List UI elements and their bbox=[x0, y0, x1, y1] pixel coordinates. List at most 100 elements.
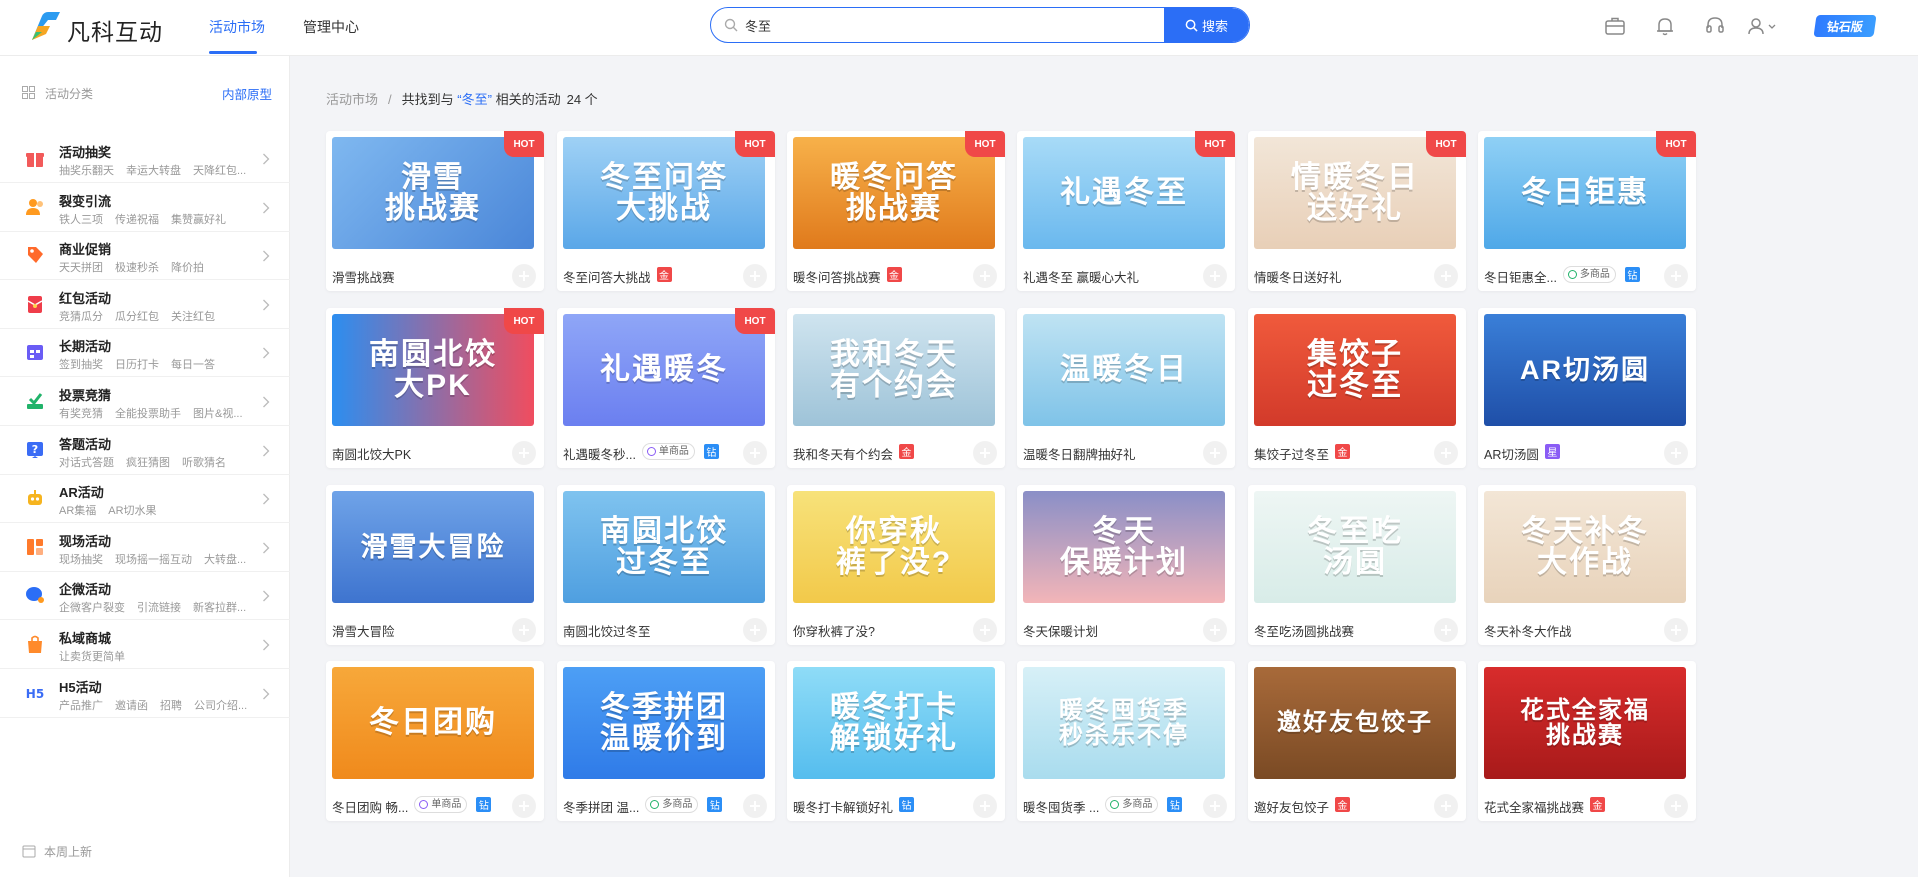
sidebar-item-8[interactable]: AR活动 AR集福 AR切水果 bbox=[0, 475, 290, 524]
activity-card[interactable]: 冬天 保暖计划 冬天保暖计划 bbox=[1017, 485, 1235, 645]
activity-card[interactable]: 礼遇冬至 HOT 礼遇冬至 赢暖心大礼 bbox=[1017, 131, 1235, 291]
add-activity-button[interactable] bbox=[512, 441, 536, 465]
add-activity-button[interactable] bbox=[743, 618, 767, 642]
add-activity-button[interactable] bbox=[973, 794, 997, 818]
add-activity-button[interactable] bbox=[973, 264, 997, 288]
add-activity-button[interactable] bbox=[1434, 618, 1458, 642]
activity-card[interactable]: 集饺子 过冬至 集饺子过冬至金 bbox=[1248, 308, 1466, 468]
activity-card[interactable]: 南圆北饺 过冬至 南圆北饺过冬至 bbox=[557, 485, 775, 645]
sidebar-item-11[interactable]: 私域商城 让卖货更简单 bbox=[0, 621, 290, 669]
activity-thumbnail[interactable]: 集饺子 过冬至 bbox=[1254, 314, 1456, 426]
add-activity-button[interactable] bbox=[1664, 794, 1688, 818]
activity-card[interactable]: AR切汤圆 AR切汤圆星 bbox=[1478, 308, 1696, 468]
add-activity-button[interactable] bbox=[1203, 794, 1227, 818]
activity-thumbnail[interactable]: 南圆北饺 大PK bbox=[332, 314, 534, 426]
activity-thumbnail[interactable]: 邀好友包饺子 bbox=[1254, 667, 1456, 779]
activity-thumbnail[interactable]: 冬天 保暖计划 bbox=[1023, 491, 1225, 603]
add-activity-button[interactable] bbox=[1434, 264, 1458, 288]
activity-card[interactable]: 冬至吃 汤圆 冬至吃汤圆挑战赛 bbox=[1248, 485, 1466, 645]
user-icon[interactable] bbox=[1746, 15, 1780, 37]
add-activity-button[interactable] bbox=[1203, 618, 1227, 642]
add-activity-button[interactable] bbox=[743, 794, 767, 818]
activity-thumbnail[interactable]: AR切汤圆 bbox=[1484, 314, 1686, 426]
activity-card[interactable]: 邀好友包饺子 邀好友包饺子金 bbox=[1248, 661, 1466, 821]
activity-card[interactable]: 冬季拼团 温暖价到 冬季拼团 温... 多商品 钻 bbox=[557, 661, 775, 821]
activity-card[interactable]: 滑雪大冒险 滑雪大冒险 bbox=[326, 485, 544, 645]
activity-card[interactable]: 情暖冬日 送好礼 HOT 情暖冬日送好礼 bbox=[1248, 131, 1466, 291]
activity-card[interactable]: 冬日团购 冬日团购 畅... 单商品 钻 bbox=[326, 661, 544, 821]
breadcrumb-root[interactable]: 活动市场 bbox=[326, 92, 378, 107]
add-activity-button[interactable] bbox=[512, 794, 536, 818]
activity-thumbnail[interactable]: 滑雪大冒险 bbox=[332, 491, 534, 603]
page-scrollbar[interactable] bbox=[1910, 56, 1918, 877]
question-icon: ? bbox=[27, 441, 43, 458]
add-activity-button[interactable] bbox=[1434, 441, 1458, 465]
activity-card[interactable]: 花式全家福 挑战赛 花式全家福挑战赛金 bbox=[1478, 661, 1696, 821]
sidebar-item-4[interactable]: 红包活动 竞猜瓜分 瓜分红包 关注红包 bbox=[0, 281, 290, 329]
internal-prototype-link[interactable]: 内部原型 bbox=[222, 84, 272, 103]
add-activity-button[interactable] bbox=[1203, 264, 1227, 288]
activity-thumbnail[interactable]: 冬季拼团 温暖价到 bbox=[563, 667, 765, 779]
activity-card[interactable]: 礼遇暖冬 HOT 礼遇暖冬秒... 单商品 钻 bbox=[557, 308, 775, 468]
activity-card[interactable]: 暖冬囤货季 秒杀乐不停 暖冬囤货季 ... 多商品 钻 bbox=[1017, 661, 1235, 821]
activity-card[interactable]: 暖冬打卡 解锁好礼 暖冬打卡解锁好礼钻 bbox=[787, 661, 1005, 821]
activity-thumbnail[interactable]: 花式全家福 挑战赛 bbox=[1484, 667, 1686, 779]
activity-card[interactable]: 冬至问答 大挑战 HOT 冬至问答大挑战金 bbox=[557, 131, 775, 291]
activity-thumbnail[interactable]: 我和冬天 有个约会 bbox=[793, 314, 995, 426]
add-activity-button[interactable] bbox=[973, 618, 997, 642]
activity-thumbnail[interactable]: 礼遇暖冬 bbox=[563, 314, 765, 426]
activity-card[interactable]: 南圆北饺 大PK HOT 南圆北饺大PK bbox=[326, 308, 544, 468]
activity-thumbnail[interactable]: 冬天补冬 大作战 bbox=[1484, 491, 1686, 603]
logo-icon[interactable] bbox=[28, 10, 62, 42]
activity-card[interactable]: 我和冬天 有个约会 我和冬天有个约会金 bbox=[787, 308, 1005, 468]
add-activity-button[interactable] bbox=[1664, 264, 1688, 288]
add-activity-button[interactable] bbox=[973, 441, 997, 465]
sidebar-item-9[interactable]: 现场活动 现场抽奖 现场摇一摇互动 大转盘... bbox=[0, 524, 290, 572]
bag-outline-icon bbox=[419, 800, 429, 809]
activity-card[interactable]: 你穿秋 裤了没? 你穿秋裤了没? bbox=[787, 485, 1005, 645]
search-button[interactable]: 搜索 bbox=[1164, 8, 1249, 42]
activity-thumbnail[interactable]: 暖冬问答 挑战赛 bbox=[793, 137, 995, 249]
activity-thumbnail[interactable]: 暖冬囤货季 秒杀乐不停 bbox=[1023, 667, 1225, 779]
add-activity-button[interactable] bbox=[1664, 618, 1688, 642]
nav-management-center[interactable]: 管理中心 bbox=[303, 17, 359, 37]
add-activity-button[interactable] bbox=[743, 441, 767, 465]
activity-card[interactable]: 滑雪 挑战赛 HOT 滑雪挑战赛 bbox=[326, 131, 544, 291]
add-activity-button[interactable] bbox=[1434, 794, 1458, 818]
activity-thumbnail[interactable]: 情暖冬日 送好礼 bbox=[1254, 137, 1456, 249]
add-activity-button[interactable] bbox=[512, 264, 536, 288]
activity-thumbnail[interactable]: 滑雪 挑战赛 bbox=[332, 137, 534, 249]
search-input[interactable] bbox=[745, 8, 1165, 42]
activity-thumbnail[interactable]: 冬日团购 bbox=[332, 667, 534, 779]
sidebar-item-2[interactable]: 裂变引流 铁人三项 传递祝福 集赞赢好礼 bbox=[0, 184, 290, 232]
activity-thumbnail[interactable]: 冬至吃 汤圆 bbox=[1254, 491, 1456, 603]
headset-icon[interactable] bbox=[1704, 15, 1726, 37]
activity-card[interactable]: 冬天补冬 大作战 冬天补冬大作战 bbox=[1478, 485, 1696, 645]
sidebar-item-10[interactable]: 企微活动 企微客户裂变 引流链接 新客拉群... bbox=[0, 572, 290, 621]
sidebar-item-6[interactable]: 投票竞猜 有奖竞猜 全能投票助手 图片&视... bbox=[0, 378, 290, 426]
vip-badge[interactable]: 钻石版 bbox=[1813, 15, 1877, 37]
activity-card[interactable]: 暖冬问答 挑战赛 HOT 暖冬问答挑战赛金 bbox=[787, 131, 1005, 291]
activity-thumbnail[interactable]: 暖冬打卡 解锁好礼 bbox=[793, 667, 995, 779]
sidebar-item-3[interactable]: 商业促销 天天拼团 极速秒杀 降价拍 bbox=[0, 232, 290, 281]
nav-activity-market[interactable]: 活动市场 bbox=[209, 17, 265, 37]
add-activity-button[interactable] bbox=[1664, 441, 1688, 465]
activity-thumbnail[interactable]: 冬至问答 大挑战 bbox=[563, 137, 765, 249]
briefcase-icon[interactable] bbox=[1604, 15, 1626, 37]
activity-thumbnail[interactable]: 礼遇冬至 bbox=[1023, 137, 1225, 249]
sidebar-item-7[interactable]: ? 答题活动 对话式答题 疯狂猜图 听歌猜名 bbox=[0, 427, 290, 475]
activity-thumbnail[interactable]: 你穿秋 裤了没? bbox=[793, 491, 995, 603]
activity-thumbnail[interactable]: 南圆北饺 过冬至 bbox=[563, 491, 765, 603]
add-activity-button[interactable] bbox=[1203, 441, 1227, 465]
sidebar-item-5[interactable]: 长期活动 签到抽奖 日历打卡 每日一答 bbox=[0, 329, 290, 378]
logo-text[interactable]: 凡科互动 bbox=[67, 13, 163, 47]
activity-thumbnail[interactable]: 温暖冬日 bbox=[1023, 314, 1225, 426]
bell-icon[interactable] bbox=[1654, 15, 1676, 37]
add-activity-button[interactable] bbox=[512, 618, 536, 642]
sidebar-item-1[interactable]: 活动抽奖 抽奖乐翻天 幸运大转盘 天降红包... bbox=[0, 135, 290, 183]
sidebar-item-12[interactable]: H5 H5活动 产品推广 邀请函 招聘 公司介绍... bbox=[0, 670, 290, 718]
activity-card[interactable]: 温暖冬日 温暖冬日翻牌抽好礼 bbox=[1017, 308, 1235, 468]
activity-card[interactable]: 冬日钜惠 HOT 冬日钜惠全... 多商品 钻 bbox=[1478, 131, 1696, 291]
activity-thumbnail[interactable]: 冬日钜惠 bbox=[1484, 137, 1686, 249]
add-activity-button[interactable] bbox=[743, 264, 767, 288]
